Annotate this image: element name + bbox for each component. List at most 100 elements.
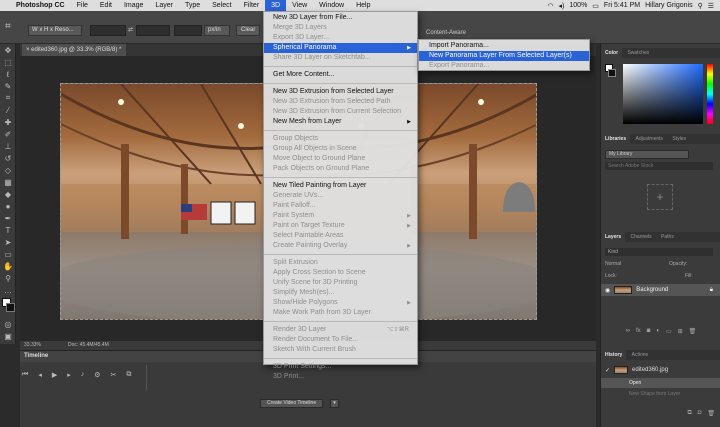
eraser-tool-icon[interactable]: ◇	[0, 164, 16, 176]
menu-item-3d-print-settings[interactable]: 3D Print Settings...	[264, 362, 417, 372]
library-select[interactable]: My Library	[605, 150, 689, 159]
submenu-item-export-panorama[interactable]: Export Panorama...	[419, 61, 589, 71]
menu-type[interactable]: Type	[179, 0, 206, 11]
zoom-level[interactable]: 33.33%	[24, 341, 41, 350]
document-tab[interactable]: × edited360.jpg @ 33.3% (RGB/8) *	[22, 44, 126, 56]
stamp-tool-icon[interactable]: ⊥	[0, 140, 16, 152]
history-snapshot[interactable]: ✓ edited360.jpg	[601, 364, 720, 376]
lasso-tool-icon[interactable]: ℓ	[0, 68, 16, 80]
menu-item-spherical-panorama[interactable]: Spherical Panorama ▶	[264, 43, 417, 53]
menu-help[interactable]: Help	[350, 0, 376, 11]
menu-image[interactable]: Image	[118, 0, 149, 11]
crop-ratio-select[interactable]: W x H x Reso...	[28, 25, 82, 36]
swap-icon[interactable]: ⇄	[128, 26, 133, 33]
move-tool-icon[interactable]: ✥	[0, 44, 16, 56]
submenu-item-new-panorama-layer-from-selected-layer-s[interactable]: New Panorama Layer From Selected Layer(s…	[419, 51, 589, 61]
camera-icon[interactable]: ◘	[698, 410, 702, 419]
menu-item-sketch-with-current-brush[interactable]: Sketch With Current Brush	[264, 345, 417, 355]
hand-tool-icon[interactable]: ✋	[0, 260, 16, 272]
document-size[interactable]: Doc: 45.4M/45.4M	[68, 341, 109, 350]
layer-filter-kind[interactable]: Kind	[605, 248, 713, 256]
menu-layer[interactable]: Layer	[149, 0, 179, 11]
tab-actions[interactable]: Actions	[628, 352, 652, 358]
menu-item-apply-cross-section-to-scene[interactable]: Apply Cross Section to Scene	[264, 268, 417, 278]
menu-item-3d-print[interactable]: 3D Print...	[264, 372, 417, 382]
settings-icon[interactable]: ⚙	[94, 371, 100, 379]
color-picker-field[interactable]	[623, 64, 703, 124]
menu-item-new-tiled-painting-from-layer[interactable]: New Tiled Painting from Layer	[264, 181, 417, 191]
menu-item-new-3d-layer-from-file[interactable]: New 3D Layer from File...	[264, 13, 417, 23]
tab-layers[interactable]: Layers	[601, 232, 626, 242]
color-swatches[interactable]	[0, 296, 15, 318]
menu-list-icon[interactable]: ☰	[708, 2, 714, 10]
pen-tool-icon[interactable]: ✒	[0, 212, 16, 224]
menu-item-move-object-to-ground-plane[interactable]: Move Object to Ground Plane	[264, 154, 417, 164]
volume-icon[interactable]: ◂)	[559, 2, 565, 10]
audio-icon[interactable]: ♪	[81, 371, 85, 379]
menu-item-get-more-content[interactable]: Get More Content...	[264, 70, 417, 80]
menu-item-paint-on-target-texture[interactable]: Paint on Target Texture ▶	[264, 221, 417, 231]
shape-tool-icon[interactable]: ▭	[0, 248, 16, 260]
menu-file[interactable]: File	[71, 0, 94, 11]
crop-tool-icon[interactable]: ⌗	[5, 21, 19, 33]
hue-slider[interactable]	[707, 64, 713, 124]
marquee-tool-icon[interactable]: ⬚	[0, 56, 16, 68]
menu-select[interactable]: Select	[206, 0, 237, 11]
panel-color-swatches[interactable]	[605, 64, 616, 78]
new-layer-icon[interactable]: ⊞	[678, 328, 683, 337]
mask-icon[interactable]: ◙	[647, 328, 651, 337]
menu-item-paint-falloff[interactable]: Paint Falloff...	[264, 201, 417, 211]
more-tools-icon[interactable]: …	[0, 284, 16, 296]
tab-color[interactable]: Color	[601, 48, 623, 58]
clear-button[interactable]: Clear	[236, 25, 261, 36]
dodge-tool-icon[interactable]: ●	[0, 200, 16, 212]
blend-mode-select[interactable]: Normal	[605, 261, 621, 267]
menu-item-group-objects[interactable]: Group Objects	[264, 134, 417, 144]
menu-item-export-3d-layer[interactable]: Export 3D Layer...	[264, 33, 417, 43]
wifi-icon[interactable]: ◠	[547, 2, 553, 10]
prev-frame-icon[interactable]: ◂	[38, 371, 42, 379]
zoom-tool-icon[interactable]: ⚲	[0, 272, 16, 284]
user-name[interactable]: Hillary Grigonis	[645, 2, 692, 9]
search-icon[interactable]: ⚲	[698, 2, 703, 10]
battery-icon[interactable]: ▭	[592, 2, 599, 10]
first-frame-icon[interactable]: ⏮	[22, 371, 28, 379]
tab-swatches[interactable]: Swatches	[623, 50, 653, 56]
tab-libraries[interactable]: Libraries	[601, 134, 631, 144]
history-brush-source-icon[interactable]: ✓	[605, 367, 610, 374]
path-select-tool-icon[interactable]: ➤	[0, 236, 16, 248]
transition-icon[interactable]: ⧉	[126, 371, 131, 379]
unit-select[interactable]: px/in	[204, 25, 230, 36]
clock[interactable]: Fri 5:41 PM	[604, 2, 640, 9]
height-field[interactable]	[136, 25, 170, 36]
menu-item-paint-system[interactable]: Paint System ▶	[264, 211, 417, 221]
menu-item-split-extrusion[interactable]: Split Extrusion	[264, 258, 417, 268]
add-content-icon[interactable]: +	[647, 184, 673, 210]
menu-edit[interactable]: Edit	[94, 0, 118, 11]
gradient-tool-icon[interactable]: ▦	[0, 176, 16, 188]
menu-item-show-hide-polygons[interactable]: Show/Hide Polygons ▶	[264, 298, 417, 308]
tab-history[interactable]: History	[601, 350, 627, 360]
resolution-field[interactable]	[174, 25, 202, 36]
menu-item-render-document-to-file[interactable]: Render Document To File...	[264, 335, 417, 345]
menu-view[interactable]: View	[286, 0, 313, 11]
menu-item-simplify-mesh-es[interactable]: Simplify Mesh(es)...	[264, 288, 417, 298]
link-icon[interactable]: ∞	[626, 328, 630, 337]
background-color[interactable]	[6, 303, 15, 312]
quick-select-tool-icon[interactable]: ✎	[0, 80, 16, 92]
healing-tool-icon[interactable]: ✚	[0, 116, 16, 128]
menu-item-make-work-path-from-3d-layer[interactable]: Make Work Path from 3D Layer	[264, 308, 417, 318]
adjustment-icon[interactable]: ◐	[656, 328, 660, 337]
blur-tool-icon[interactable]: ◆	[0, 188, 16, 200]
next-frame-icon[interactable]: ▸	[67, 371, 71, 379]
menu-item-merge-3d-layers[interactable]: Merge 3D Layers	[264, 23, 417, 33]
content-aware-checkbox[interactable]: Content-Aware	[426, 30, 466, 36]
history-state-new-shape[interactable]: New Shape from Layer	[601, 389, 720, 399]
menu-3d[interactable]: 3D	[265, 0, 287, 11]
tab-paths[interactable]: Paths	[657, 234, 678, 240]
menu-item-render-3d-layer[interactable]: Render 3D Layer ⌥⇧⌘R	[264, 325, 417, 335]
menu-item-unify-scene-for-3d-printing[interactable]: Unify Scene for 3D Printing	[264, 278, 417, 288]
eye-icon[interactable]: ◉	[605, 287, 610, 294]
stock-search-input[interactable]: Search Adobe Stock	[605, 162, 713, 170]
tab-styles[interactable]: Styles	[668, 136, 690, 142]
